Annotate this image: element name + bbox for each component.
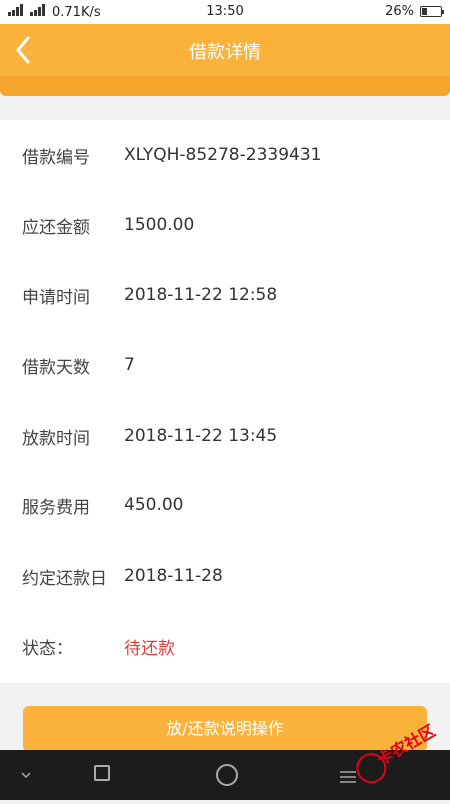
detail-value: 2018-11-22 12:58 (124, 285, 278, 305)
detail-label: 借款天数 (22, 357, 90, 378)
detail-label: 放款时间 (22, 428, 90, 449)
detail-label: 应还金额 (22, 217, 90, 238)
detail-value: 1500.00 (124, 215, 195, 235)
detail-row-loan-days: 借款天数 7 (0, 350, 450, 380)
status-bar: 0.71K/s 13:50 26% (0, 0, 450, 24)
page-title: 借款详情 (189, 42, 261, 63)
detail-label: 状态： (22, 638, 73, 659)
battery-icon (420, 6, 444, 17)
detail-value: 2018-11-22 13:45 (124, 426, 278, 446)
detail-row-disburse-time: 放款时间 2018-11-22 13:45 (0, 421, 450, 451)
navbar: 借款详情 (0, 24, 450, 76)
detail-label: 申请时间 (22, 287, 90, 308)
detail-row-apply-time: 申请时间 2018-11-22 12:58 (0, 280, 450, 310)
loan-detail-card: 借款编号 XLYQH-85278-2339431 应还金额 1500.00 申请… (0, 120, 450, 683)
detail-row-loan-number: 借款编号 XLYQH-85278-2339431 (0, 140, 450, 170)
detail-label: 服务费用 (22, 497, 90, 518)
detail-row-status: 状态： 待还款 (0, 631, 450, 661)
detail-value: 450.00 (124, 495, 184, 515)
detail-label: 借款编号 (22, 147, 90, 168)
detail-value: XLYQH-85278-2339431 (124, 145, 322, 165)
detail-label: 约定还款日 (22, 568, 107, 589)
detail-value: 2018-11-28 (124, 566, 223, 586)
detail-value: 7 (124, 355, 135, 375)
detail-row-due-date: 约定还款日 2018-11-28 (0, 561, 450, 591)
status-badge: 待还款 (124, 638, 175, 659)
battery-fill (422, 8, 427, 15)
status-time: 13:50 (206, 4, 244, 19)
detail-row-service-fee: 服务费用 450.00 (0, 490, 450, 520)
chevron-down-icon[interactable] (20, 766, 32, 779)
recent-apps-button[interactable] (94, 765, 110, 781)
battery-percent: 26% (385, 4, 414, 19)
navbar-band (0, 76, 450, 96)
detail-row-amount-due: 应还金额 1500.00 (0, 210, 450, 240)
home-button[interactable] (216, 764, 238, 786)
status-right: 26% (385, 4, 444, 19)
